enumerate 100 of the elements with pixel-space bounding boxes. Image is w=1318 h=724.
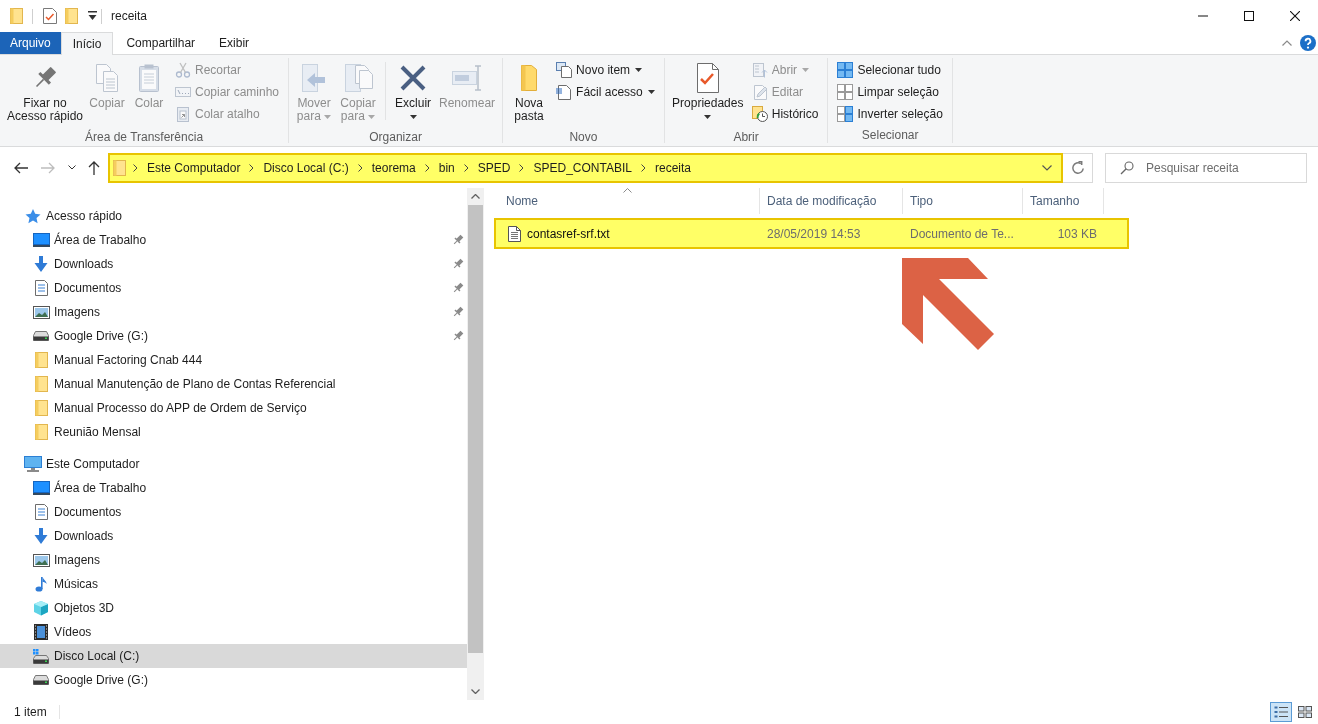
- column-header[interactable]: Data de modificação: [760, 188, 903, 214]
- star-icon: [25, 208, 41, 224]
- chevron-right-icon[interactable]: [640, 163, 646, 172]
- item-count: 1 item: [14, 704, 47, 721]
- picture-icon: [32, 305, 50, 319]
- nav-item[interactable]: Reunião Mensal: [0, 420, 467, 444]
- chevron-right-icon[interactable]: [463, 163, 469, 172]
- group-label: Selecionar: [861, 127, 919, 143]
- nav-item[interactable]: Documentos: [0, 500, 467, 524]
- column-header[interactable]: Tipo: [903, 188, 1023, 214]
- ribbon-button[interactable]: Novo item: [553, 59, 658, 81]
- nav-item[interactable]: Disco Local (C:): [0, 644, 467, 668]
- dropdown-icon[interactable]: [88, 11, 97, 21]
- path-icon: [175, 84, 191, 100]
- ribbon-button[interactable]: Fixar no Acesso rápido: [5, 59, 85, 129]
- download-icon: [33, 528, 49, 544]
- group-label: Área de Transferência: [85, 129, 204, 145]
- chevron-right-icon[interactable]: [249, 163, 255, 172]
- column-header[interactable]: Nome: [494, 188, 760, 214]
- group-label: Abrir: [733, 129, 759, 145]
- folder-icon: [34, 400, 48, 416]
- column-header[interactable]: Tamanho: [1023, 188, 1104, 214]
- desktop-icon: [32, 233, 50, 247]
- chevron-right-icon[interactable]: [357, 163, 363, 172]
- ribbon-button[interactable]: Limpar seleção: [834, 81, 946, 103]
- view-button[interactable]: [1270, 702, 1292, 722]
- text-file-icon: [508, 225, 521, 242]
- chevron-right-icon[interactable]: [519, 163, 525, 172]
- ribbon-tab[interactable]: Arquivo: [0, 32, 61, 54]
- maximize-icon[interactable]: [1244, 11, 1254, 21]
- nav-item[interactable]: Manual Manutenção de Plano de Contas Referencial: [0, 372, 467, 396]
- chevron-up-icon[interactable]: [471, 194, 480, 199]
- pin-icon[interactable]: [452, 282, 464, 294]
- ribbon-button[interactable]: Inverter seleção: [834, 103, 946, 125]
- breadcrumb-item[interactable]: SPED: [475, 158, 513, 177]
- history-icon: [751, 106, 768, 122]
- pin-icon[interactable]: [452, 330, 464, 342]
- chevron-right-icon[interactable]: [133, 163, 138, 172]
- nav-item[interactable]: Manual Processo do APP de Ordem de Serviço: [0, 396, 467, 420]
- ribbon-button[interactable]: Fácil acesso: [553, 81, 658, 103]
- nav-item[interactable]: Downloads: [0, 524, 467, 548]
- refresh-button[interactable]: [1063, 152, 1093, 183]
- ribbon-tab[interactable]: Exibir: [208, 32, 261, 54]
- breadcrumb-item[interactable]: SPED_CONTABIL: [531, 158, 634, 177]
- breadcrumb-item[interactable]: Disco Local (C:): [261, 158, 351, 177]
- refresh-icon: [1070, 160, 1085, 175]
- nav-item[interactable]: Google Drive (G:): [0, 324, 467, 348]
- address-bar[interactable]: Este Computador Disco Local (C:) teorema bin SPED SPED_CONTABIL receita: [108, 152, 1063, 183]
- breadcrumb-item[interactable]: bin: [436, 158, 457, 177]
- up-arrow-icon[interactable]: [87, 159, 101, 176]
- document-icon: [34, 504, 48, 520]
- nav-item[interactable]: Google Drive (G:): [0, 668, 467, 692]
- ribbon-button[interactable]: Propriedades: [669, 59, 746, 129]
- nav-item[interactable]: Este Computador: [0, 452, 467, 476]
- computer-icon: [24, 456, 42, 472]
- pin-icon[interactable]: [452, 234, 464, 246]
- chevron-down-icon[interactable]: [1042, 164, 1052, 171]
- nav-item[interactable]: Área de Trabalho: [0, 228, 467, 252]
- ribbon-tab[interactable]: Início: [60, 32, 114, 55]
- nav-item[interactable]: Acesso rápido: [0, 204, 467, 228]
- nav-item[interactable]: Imagens: [0, 548, 467, 572]
- file-row[interactable]: contasref-srf.txt 28/05/2019 14:53 Documento de Te... 103 KB: [494, 218, 1129, 249]
- checked-document-icon[interactable]: [43, 8, 57, 24]
- search-field[interactable]: Pesquisar receita: [1105, 152, 1307, 183]
- ribbon-button[interactable]: Excluir: [391, 59, 436, 129]
- nav-item[interactable]: Imagens: [0, 300, 467, 324]
- chevron-up-icon[interactable]: [1282, 40, 1292, 46]
- chevron-down-icon[interactable]: [471, 689, 480, 694]
- help-icon[interactable]: [1300, 35, 1316, 51]
- chevron-down-icon[interactable]: [68, 165, 76, 170]
- nav-item[interactable]: Documentos: [0, 276, 467, 300]
- close-icon[interactable]: [1290, 11, 1300, 21]
- breadcrumb-item[interactable]: receita: [652, 158, 693, 177]
- select-none-icon: [837, 84, 854, 100]
- nav-item[interactable]: Manual Factoring Cnab 444: [0, 348, 467, 372]
- pin-icon[interactable]: [452, 258, 464, 270]
- nav-item[interactable]: Vídeos: [0, 620, 467, 644]
- new-item-icon: [556, 62, 573, 78]
- nav-item[interactable]: Área de Trabalho: [0, 476, 467, 500]
- file-name: contasref-srf.txt: [527, 225, 610, 243]
- nav-item[interactable]: Objetos 3D: [0, 596, 467, 620]
- scrollbar[interactable]: [467, 188, 484, 700]
- document-icon: [34, 280, 48, 296]
- chevron-right-icon[interactable]: [424, 163, 430, 172]
- nav-item[interactable]: Músicas: [0, 572, 467, 596]
- breadcrumb-item[interactable]: Este Computador: [145, 158, 243, 177]
- details-view-icon: [1274, 706, 1288, 718]
- ribbon-tab[interactable]: Compartilhar: [115, 32, 207, 54]
- edit-icon: [751, 84, 768, 100]
- ribbon-button[interactable]: Nova pasta: [508, 59, 551, 129]
- window-title: receita: [111, 8, 148, 25]
- breadcrumb-item[interactable]: teorema: [369, 158, 418, 177]
- ribbon-button[interactable]: Histórico: [748, 103, 822, 125]
- folder-icon: [113, 159, 126, 176]
- rename-icon: [451, 62, 484, 94]
- scrollbar-thumb[interactable]: [468, 205, 483, 653]
- drive-icon: [33, 331, 49, 341]
- nav-item[interactable]: Downloads: [0, 252, 467, 276]
- ribbon-button[interactable]: Selecionar tudo: [834, 59, 946, 81]
- pin-icon[interactable]: [452, 306, 464, 318]
